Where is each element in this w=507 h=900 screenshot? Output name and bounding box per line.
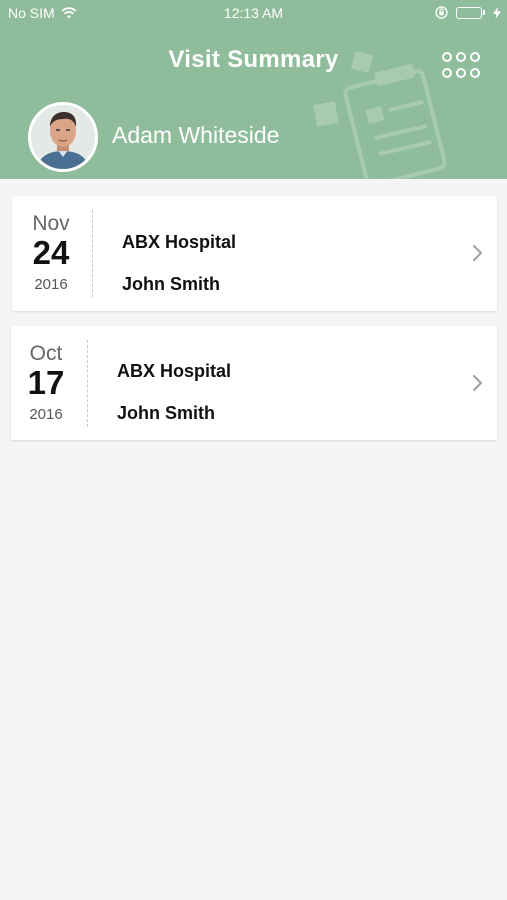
dashed-divider xyxy=(92,210,93,297)
menu-dot-icon xyxy=(442,52,452,62)
menu-dot-icon xyxy=(456,52,466,62)
menu-dot-icon xyxy=(470,68,480,78)
dashed-divider xyxy=(87,340,88,427)
visit-day: 24 xyxy=(32,234,70,271)
status-time: 12:13 AM xyxy=(223,5,284,21)
chevron-right-icon[interactable] xyxy=(471,373,485,393)
menu-dot-icon xyxy=(470,52,480,62)
visit-year: 2016 xyxy=(34,276,68,293)
menu-dot-icon xyxy=(456,68,466,78)
visit-date: Oct 17 2016 xyxy=(11,326,81,440)
page-title: Visit Summary xyxy=(168,46,339,73)
chevron-right-icon[interactable] xyxy=(471,243,485,263)
lock-rotation-icon xyxy=(435,6,448,19)
user-avatar-icon xyxy=(31,105,95,169)
menu-dot-icon xyxy=(442,68,452,78)
avatar[interactable] xyxy=(28,102,98,172)
doctor-name: John Smith xyxy=(117,403,215,423)
user-name: Adam Whiteside xyxy=(112,122,280,148)
charging-bolt-icon xyxy=(493,6,501,19)
hospital-name: ABX Hospital xyxy=(122,232,237,252)
doctor-name: John Smith xyxy=(122,274,220,294)
visit-card[interactable]: Oct 17 2016 ABX Hospital John Smith xyxy=(11,326,497,440)
visit-month: Oct xyxy=(29,342,63,365)
status-right xyxy=(435,6,501,19)
visit-day: 17 xyxy=(27,364,65,401)
battery-icon xyxy=(456,6,485,19)
visit-date: Nov 24 2016 xyxy=(12,196,90,311)
visit-month: Nov xyxy=(32,212,70,235)
header: No SIM 12:13 AM Visit Summary Adam White… xyxy=(0,0,507,179)
grid-menu-button[interactable] xyxy=(442,52,482,82)
visit-card[interactable]: Nov 24 2016 ABX Hospital John Smith xyxy=(12,196,497,311)
hospital-name: ABX Hospital xyxy=(117,361,232,381)
status-bar: No SIM 12:13 AM xyxy=(0,0,507,26)
visit-year: 2016 xyxy=(29,406,63,423)
